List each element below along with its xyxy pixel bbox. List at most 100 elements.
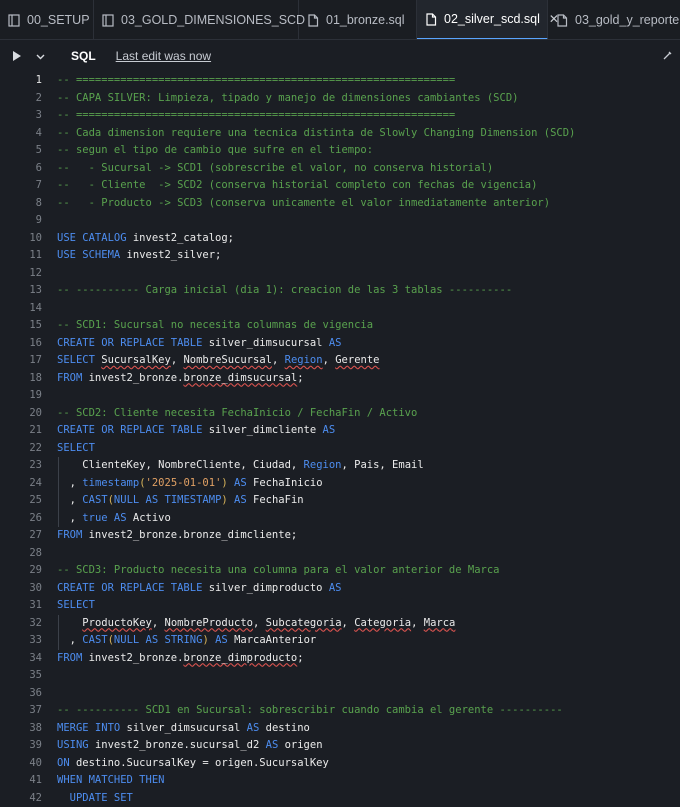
code-token: , <box>151 616 165 629</box>
code-line[interactable]: 17 SELECT SucursalKey, NombreSucursal, Re… <box>0 352 680 370</box>
code-token: -- SCD2: Cliente necesita FechaInicio / … <box>57 406 418 419</box>
code-line[interactable]: 33 , CAST(NULL AS STRING) AS MarcaAnteri… <box>0 632 680 650</box>
code-line[interactable]: 3 -- ====================================… <box>0 107 680 125</box>
code-text: CREATE OR REPLACE TABLE silver_dimclient… <box>57 422 335 440</box>
code-text: , true AS Activo <box>57 510 171 528</box>
code-line[interactable]: 37 -- ---------- SCD1 en Sucursal: sobres… <box>0 702 680 720</box>
code-line[interactable]: 31 SELECT <box>0 597 680 615</box>
code-text: -- SCD3: Producto necesita una columna p… <box>57 562 500 580</box>
line-number: 33 <box>29 634 42 646</box>
code-text: FROM invest2_bronze.bronze_dimproducto; <box>57 650 304 668</box>
code-token: USING <box>57 739 95 751</box>
notebook-icon <box>102 13 114 27</box>
tab-00-setup[interactable]: 00_SETUP <box>0 0 94 39</box>
code-line[interactable]: 41 WHEN MATCHED THEN <box>0 772 680 790</box>
code-text: SELECT SucursalKey, NombreSucursal, Regi… <box>57 352 380 370</box>
code-line[interactable]: 6 -- - Sucursal -> SCD1 (sobrescribe el v… <box>0 160 680 178</box>
code-line[interactable]: 1 -- ====================================… <box>0 72 680 90</box>
code-token: -- - Cliente -> SCD2 (conserva historial… <box>57 179 538 191</box>
line-number: 30 <box>29 581 42 594</box>
code-line[interactable]: 30 CREATE OR REPLACE TABLE silver_dimprod… <box>0 580 680 598</box>
code-line[interactable]: 18 FROM invest2_bronze.bronze_dimsucursal… <box>0 370 680 388</box>
code-line[interactable]: 13 -- ---------- Carga inicial (dia 1): c… <box>0 282 680 300</box>
code-line[interactable]: 34 FROM invest2_bronze.bronze_dimproducto… <box>0 650 680 668</box>
line-number: 24 <box>29 476 42 489</box>
tab-03-gold-dimensiones-scd[interactable]: 03_GOLD_DIMENSIONES_SCD <box>94 0 305 39</box>
code-token: -- =====================================… <box>57 74 456 86</box>
code-token: , <box>322 354 336 366</box>
code-line[interactable]: 27 FROM invest2_bronze.bronze_dimcliente; <box>0 527 680 545</box>
code-token: , <box>253 616 266 629</box>
code-line[interactable]: 36 <box>0 685 680 703</box>
code-line[interactable]: 12 <box>0 265 680 283</box>
line-number: 1 <box>35 74 42 86</box>
code-line[interactable]: 4 -- Cada dimension requiere una tecnica … <box>0 125 680 143</box>
code-token: destino.SucursalKey = origen.SucursalKey <box>75 756 329 769</box>
code-token: invest2_bronze.bronze_dimcliente; <box>88 529 298 541</box>
code-line[interactable]: 2 -- CAPA SILVER: Limpieza, tipado y mane… <box>0 90 680 108</box>
code-text: -- SCD1: Sucursal no necesita columnas d… <box>57 317 373 335</box>
code-token: -- SCD3: Producto necesita una columna p… <box>57 564 500 576</box>
code-line[interactable]: 15 -- SCD1: Sucursal no necesita columnas… <box>0 317 680 335</box>
line-number: 23 <box>29 459 42 471</box>
code-line[interactable]: 39 USING invest2_bronze.sucursal_d2 AS or… <box>0 737 680 755</box>
code-text: -- segun el tipo de cambio que sufre en … <box>57 142 373 160</box>
code-line[interactable]: 29 -- SCD3: Producto necesita una columna… <box>0 562 680 580</box>
code-line[interactable]: 16 CREATE OR REPLACE TABLE silver_dimsucu… <box>0 335 680 353</box>
code-token: SucursalKey <box>101 354 171 366</box>
code-token: NombreSucursal <box>183 354 272 366</box>
code-line[interactable]: 8 -- - Producto -> SCD3 (conserva unicame… <box>0 195 680 213</box>
line-number: 7 <box>35 179 42 191</box>
file-icon <box>308 13 319 27</box>
line-number: 17 <box>29 354 42 366</box>
code-line[interactable]: 40 ON destino.SucursalKey = origen.Sucurs… <box>0 755 680 773</box>
code-line[interactable]: 5 -- segun el tipo de cambio que sufre en… <box>0 142 680 160</box>
language-label[interactable]: SQL <box>71 49 96 63</box>
chevron-down-icon[interactable] <box>36 52 45 61</box>
code-text: , CAST(NULL AS TIMESTAMP) AS FechaFin <box>57 492 304 510</box>
code-line[interactable]: 22 SELECT <box>0 440 680 458</box>
code-editor[interactable]: 1 -- ====================================… <box>0 72 680 807</box>
code-line[interactable]: 25 , CAST(NULL AS TIMESTAMP) AS FechaFin <box>0 492 680 510</box>
code-text: CREATE OR REPLACE TABLE silver_dimsucurs… <box>57 335 341 353</box>
run-icon[interactable] <box>12 50 22 62</box>
code-line[interactable]: 42 UPDATE SET <box>0 790 680 807</box>
code-token: SELECT <box>57 599 95 611</box>
code-line[interactable]: 19 <box>0 387 680 405</box>
code-text: ProductoKey, NombreProducto, Subcategori… <box>57 615 455 633</box>
line-number: 36 <box>29 686 42 699</box>
code-line[interactable]: 32 ProductoKey, NombreProducto, Subcateg… <box>0 614 680 633</box>
code-line[interactable]: 21 CREATE OR REPLACE TABLE silver_dimclie… <box>0 422 680 440</box>
code-token: silver_dimsucursal <box>208 336 329 349</box>
last-edit-link[interactable]: Last edit was now <box>116 49 211 63</box>
code-line[interactable]: 24 , timestamp('2025-01-01') AS FechaIni… <box>0 474 680 493</box>
code-token: silver_dimproducto <box>208 581 329 594</box>
line-number: 34 <box>29 651 42 664</box>
pen-icon[interactable] <box>662 49 674 61</box>
tab-01-bronze-sql[interactable]: 01_bronze.sql <box>299 0 417 39</box>
code-line[interactable]: 9 <box>0 212 680 230</box>
line-number: 22 <box>29 441 42 454</box>
code-line[interactable]: 38 MERGE INTO silver_dimsucursal AS desti… <box>0 720 680 738</box>
code-text: WHEN MATCHED THEN <box>57 772 164 790</box>
code-line[interactable]: 23 ClienteKey, NombreCliente, Ciudad, Re… <box>0 457 680 475</box>
code-line[interactable]: 26 , true AS Activo <box>0 509 680 528</box>
code-text: , timestamp('2025-01-01') AS FechaInicio <box>57 475 323 493</box>
code-line[interactable]: 7 -- - Cliente -> SCD2 (conserva historia… <box>0 177 680 195</box>
tab-bar: 00_SETUP 03_GOLD_DIMENSIONES_SCD 01_bron… <box>0 0 680 40</box>
code-line[interactable]: 35 <box>0 667 680 685</box>
line-number: 20 <box>29 406 42 419</box>
code-line[interactable]: 14 <box>0 300 680 318</box>
code-line[interactable]: 20 -- SCD2: Cliente necesita FechaInicio … <box>0 405 680 423</box>
code-token: ; <box>297 371 304 384</box>
code-token: UPDATE SET <box>57 791 133 804</box>
code-line[interactable]: 10 USE CATALOG invest2_catalog; <box>0 230 680 248</box>
code-token: -- ---------- SCD1 en Sucursal: sobrescr… <box>57 704 563 716</box>
tab-03-gold-y-reporte[interactable]: 03_gold_y_reporte.sq <box>548 0 680 39</box>
code-text: -- ---------- SCD1 en Sucursal: sobrescr… <box>57 702 563 720</box>
line-number: 21 <box>29 424 42 436</box>
code-line[interactable]: 11 USE SCHEMA invest2_silver; <box>0 247 680 265</box>
code-line[interactable]: 28 <box>0 545 680 563</box>
tab-02-silver-scd-sql[interactable]: 02_silver_scd.sql ✕ <box>417 0 559 39</box>
line-number: 18 <box>29 371 42 384</box>
